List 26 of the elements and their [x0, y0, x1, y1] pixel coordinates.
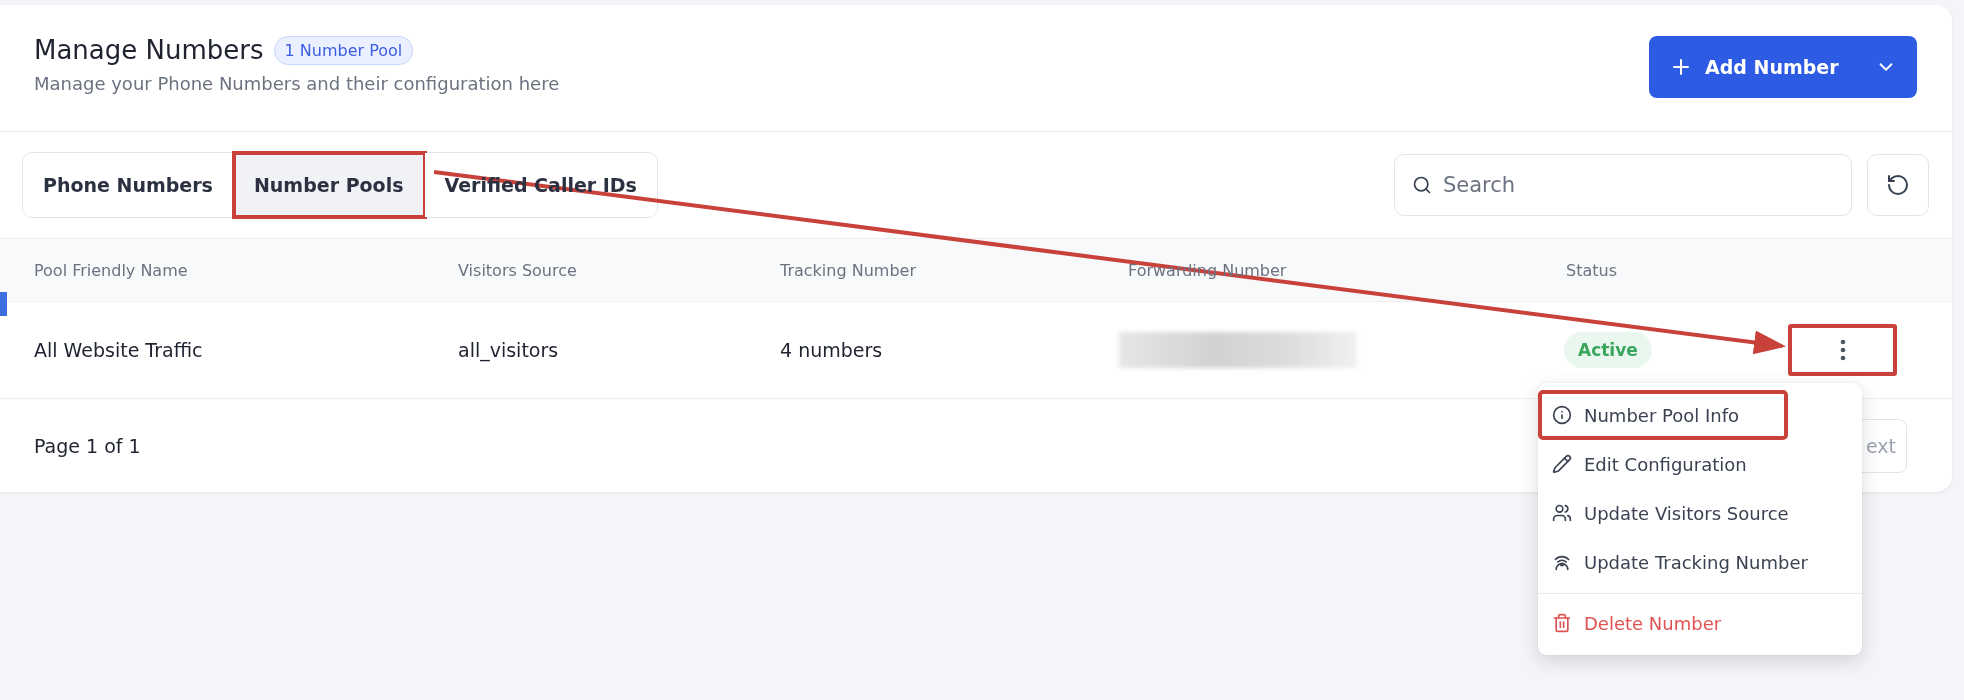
- tab[interactable]: Number Pools: [233, 153, 425, 217]
- row-actions-button[interactable]: [1788, 324, 1897, 376]
- count-badge: 1 Number Pool: [273, 35, 414, 65]
- column-header: Pool Friendly Name: [34, 260, 189, 280]
- page-title: Manage Numbers: [34, 35, 264, 65]
- edge-marker: [0, 292, 7, 316]
- page-subtitle: Manage your Phone Numbers and their configuration here: [34, 73, 560, 94]
- users-icon: [1552, 503, 1572, 523]
- info-icon: [1552, 405, 1572, 425]
- column-header: Visitors Source: [458, 260, 578, 280]
- page-indicator: Page 1 of 1: [34, 434, 141, 457]
- column-header: Tracking Number: [780, 260, 917, 280]
- column-header: Status: [1566, 260, 1618, 280]
- table-cell-text: All Website Traffic: [34, 339, 204, 361]
- table-cell-text: 4 numbers: [780, 339, 884, 361]
- refresh-button[interactable]: [1867, 154, 1929, 216]
- table-cell-text: all_visitors: [458, 339, 560, 361]
- refresh-icon: [1886, 173, 1910, 197]
- add-number-button[interactable]: Add Number: [1649, 36, 1917, 98]
- menu-item[interactable]: Number Pool Info: [1540, 392, 1786, 438]
- search-icon: [1412, 175, 1432, 195]
- trash-icon: [1552, 613, 1572, 633]
- more-icon: [1839, 339, 1846, 361]
- search-field[interactable]: Search: [1394, 154, 1852, 216]
- pencil-icon: [1552, 454, 1572, 474]
- status-badge: Active: [1564, 332, 1652, 368]
